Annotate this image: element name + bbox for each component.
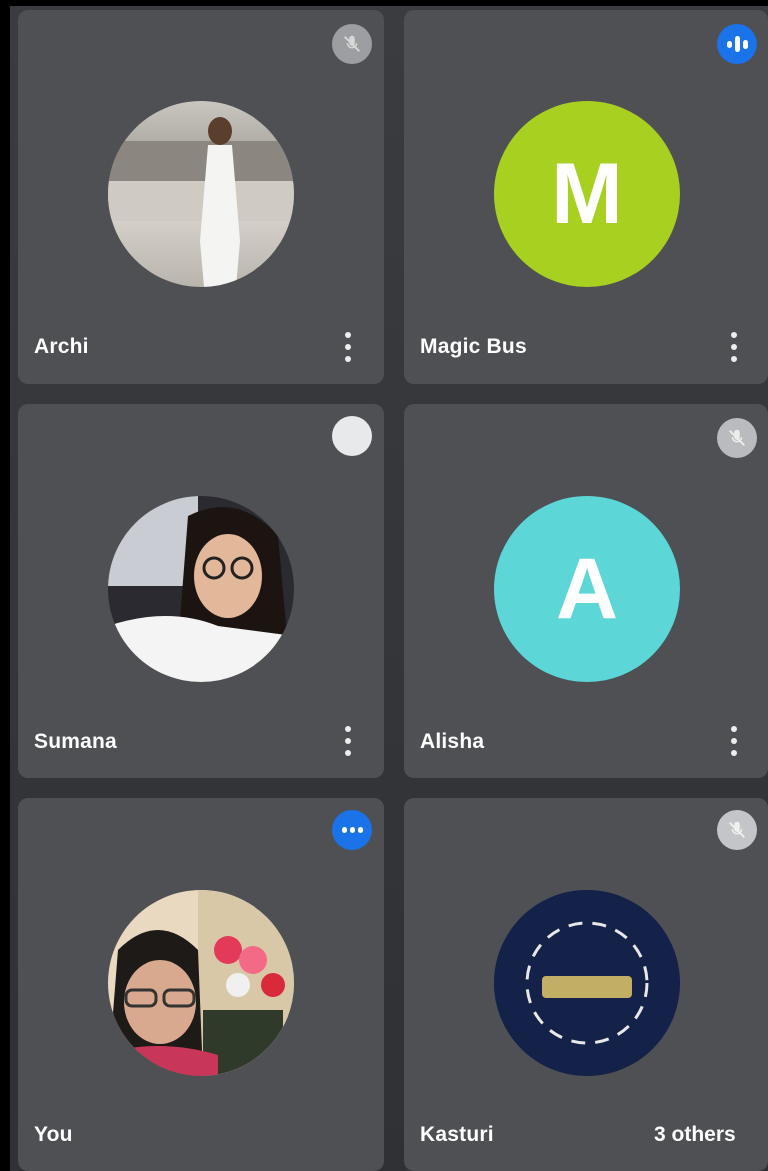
participant-name: Archi (34, 335, 89, 358)
participant-tile-sumana[interactable]: Sumana (18, 404, 384, 778)
avatar-photo-you (108, 890, 294, 1076)
more-vert-icon[interactable] (724, 726, 744, 756)
avatar-initial: A (555, 540, 619, 637)
more-vert-icon[interactable] (724, 332, 744, 362)
participant-name: You (34, 1123, 73, 1146)
participant-tile-magic-bus[interactable]: M Magic Bus (404, 10, 768, 384)
audio-wave-icon (332, 810, 372, 850)
participant-tile-alisha[interactable]: A Alisha (404, 404, 768, 778)
mic-off-icon (717, 810, 757, 850)
others-count-label[interactable]: 3 others (654, 1123, 736, 1147)
participant-name: Sumana (34, 730, 117, 753)
avatar-initial-alisha: A (494, 496, 680, 682)
participant-name: Magic Bus (420, 335, 527, 358)
participant-tile-you[interactable]: You (18, 798, 384, 1171)
more-vert-icon[interactable] (338, 332, 358, 362)
participant-name: Kasturi (420, 1123, 494, 1146)
status-indicator-icon (332, 416, 372, 456)
meeting-grid: Archi M Magic Bus Sumana A Alisha You Ka… (0, 0, 768, 1171)
avatar-initial-magic-bus: M (494, 101, 680, 287)
participant-tile-kasturi[interactable]: Kasturi 3 others (404, 798, 768, 1171)
avatar-initial: M (551, 145, 623, 242)
audio-wave-icon (717, 24, 757, 64)
participant-tile-archi[interactable]: Archi (18, 10, 384, 384)
mic-off-icon (717, 418, 757, 458)
mic-off-icon (332, 24, 372, 64)
avatar-photo-archi (108, 101, 294, 287)
avatar-photo-sumana (108, 496, 294, 682)
avatar-photo-kasturi (494, 890, 680, 1076)
device-bezel-left (0, 0, 10, 1171)
participant-name: Alisha (420, 730, 485, 753)
device-bezel-top (0, 0, 768, 6)
more-vert-icon[interactable] (338, 726, 358, 756)
